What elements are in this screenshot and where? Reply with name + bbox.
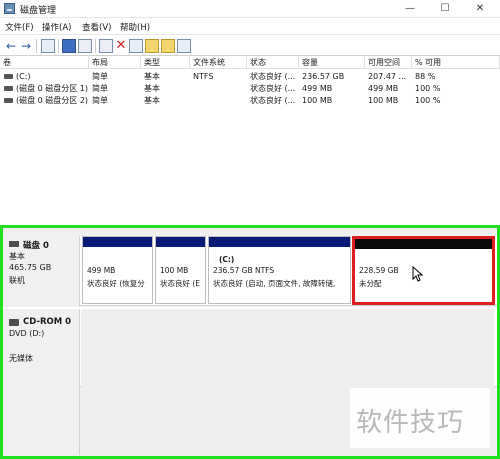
table-cell-filesystem <box>193 83 246 94</box>
cdrom-0-name: CD-ROM 0 <box>23 317 72 327</box>
table-cell-free-space: 100 MB <box>368 96 399 105</box>
properties-icon[interactable] <box>62 39 76 53</box>
column-header-percent-free[interactable]: % 可用 <box>412 56 500 69</box>
table-cell-type: 基本 <box>144 72 160 81</box>
table-cell-layout: 简单 <box>92 72 108 81</box>
toolbar-separator <box>36 39 37 53</box>
partition-recovery[interactable]: 499 MB 状态良好 (恢复分 <box>82 236 153 304</box>
volume-list: 卷 布局 类型 文件系统 状态 容量 可用空间 % 可用 (C:) 简单 基本 … <box>0 56 500 196</box>
table-cell-percent-free: 88 % <box>415 72 436 81</box>
column-header-status[interactable]: 状态 <box>247 56 299 69</box>
partition-title: (C:) <box>219 255 235 264</box>
column-header-filesystem[interactable]: 文件系统 <box>190 56 247 69</box>
partition-size: 236.57 GB NTFS <box>213 266 275 275</box>
volume-icon <box>4 74 13 79</box>
table-cell-percent-free: 100 % <box>415 84 441 93</box>
toolbar-separator <box>58 39 59 53</box>
table-cell-layout: 简单 <box>92 96 108 105</box>
table-cell-filesystem <box>193 95 246 106</box>
table-cell-capacity: 499 MB <box>302 84 333 93</box>
disk-0-type: 基本 <box>9 252 25 261</box>
partition-bar <box>83 237 152 247</box>
partition-bar <box>209 237 350 247</box>
disk-0-name: 磁盘 0 <box>23 241 49 251</box>
partition-bar <box>156 237 205 247</box>
help-icon[interactable] <box>78 39 92 53</box>
partition-status: 状态良好 (恢复分 <box>87 279 145 288</box>
check-icon[interactable] <box>129 39 143 53</box>
connect-icon[interactable] <box>99 39 113 53</box>
partition-size: 100 MB <box>160 266 189 275</box>
partition-size: 499 MB <box>87 266 116 275</box>
partition-status: 状态良好 (启动, 页面文件, 故障转储, <box>213 279 336 288</box>
search-folder-icon[interactable] <box>161 39 175 53</box>
cdrom-0-label[interactable]: CD-ROM 0 DVD (D:) 无媒体 <box>3 309 80 455</box>
column-header-volume[interactable]: 卷 <box>0 56 89 69</box>
table-cell-status: 状态良好 (... <box>250 72 296 81</box>
table-cell-layout: 简单 <box>92 84 108 93</box>
open-folder-icon[interactable] <box>145 39 159 53</box>
console-tree-icon[interactable] <box>41 39 55 53</box>
hard-disk-icon <box>9 241 19 247</box>
table-cell-status: 状态良好 (... <box>250 96 296 105</box>
forward-arrow-icon[interactable]: → <box>19 39 33 53</box>
unallocated-status: 未分配 <box>359 279 382 288</box>
table-cell-filesystem: NTFS <box>193 72 214 81</box>
mouse-cursor-icon <box>412 266 424 282</box>
cdrom-0-status: 无媒体 <box>9 354 33 363</box>
unallocated-size: 228.59 GB <box>359 266 399 275</box>
watermark: 软件技巧 <box>350 388 490 448</box>
title-bar: 磁盘管理 — ☐ ✕ <box>0 0 500 18</box>
table-cell-percent-free: 100 % <box>415 96 441 105</box>
table-cell-type: 基本 <box>144 96 160 105</box>
volume-icon <box>4 98 13 103</box>
column-header-free-space[interactable]: 可用空间 <box>365 56 412 69</box>
menu-view[interactable]: 查看(V) <box>82 21 111 33</box>
table-cell-capacity: 100 MB <box>302 96 333 105</box>
menu-help[interactable]: 帮助(H) <box>120 21 150 33</box>
partition-c-drive[interactable]: (C:) 236.57 GB NTFS 状态良好 (启动, 页面文件, 故障转储… <box>208 236 351 304</box>
table-cell-capacity: 236.57 GB <box>302 72 345 81</box>
minimize-button[interactable]: — <box>395 0 425 18</box>
disk-management-app-icon <box>4 3 15 14</box>
table-row-volume[interactable]: (C:) <box>16 71 88 82</box>
maximize-button[interactable]: ☐ <box>430 0 460 18</box>
toolbar-separator <box>95 39 96 53</box>
close-button[interactable]: ✕ <box>465 0 495 18</box>
table-cell-free-space: 207.47 ... <box>368 72 407 81</box>
toolbar: ← → ✕ <box>0 34 500 56</box>
volume-icon <box>4 86 13 91</box>
menu-bar: 文件(F) 操作(A) 查看(V) 帮助(H) <box>0 18 500 34</box>
table-row-volume[interactable]: (磁盘 0 磁盘分区 2) <box>16 95 88 106</box>
disk-0-status: 联机 <box>9 276 25 285</box>
back-arrow-icon[interactable]: ← <box>4 39 18 53</box>
column-header-type[interactable]: 类型 <box>141 56 190 69</box>
table-cell-free-space: 499 MB <box>368 84 399 93</box>
cdrom-0-type: DVD (D:) <box>9 329 45 338</box>
partition-efi[interactable]: 100 MB 状态良好 (E <box>155 236 206 304</box>
disk-0-size: 465.75 GB <box>9 263 52 272</box>
delete-icon[interactable]: ✕ <box>114 39 128 53</box>
column-header-layout[interactable]: 布局 <box>89 56 141 69</box>
table-row-volume[interactable]: (磁盘 0 磁盘分区 1) <box>16 83 88 94</box>
partition-status: 状态良好 (E <box>160 279 201 288</box>
unallocated-bar <box>355 239 492 249</box>
window-title: 磁盘管理 <box>20 6 57 16</box>
table-cell-status: 状态良好 (... <box>250 84 296 93</box>
cdrom-icon <box>9 319 19 326</box>
menu-file[interactable]: 文件(F) <box>5 21 34 33</box>
menu-action[interactable]: 操作(A) <box>42 21 71 33</box>
column-header-capacity[interactable]: 容量 <box>299 56 365 69</box>
watermark-text: 软件技巧 <box>356 408 465 438</box>
disk-0-label[interactable]: 磁盘 0 基本 465.75 GB 联机 <box>3 236 80 306</box>
table-cell-type: 基本 <box>144 84 160 93</box>
list-view-icon[interactable] <box>177 39 191 53</box>
